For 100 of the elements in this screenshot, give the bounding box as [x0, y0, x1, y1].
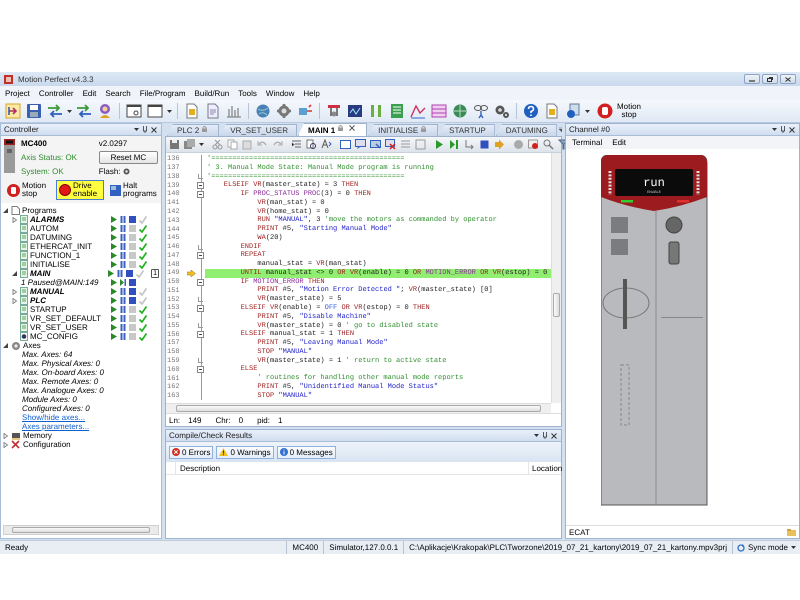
messages-filter-button[interactable]: 0 Messages	[276, 446, 336, 458]
gears-icon[interactable]	[494, 103, 510, 119]
program-name[interactable]: MANUAL	[30, 287, 109, 296]
collapsed-arrow-icon[interactable]	[3, 442, 9, 448]
editor-tab[interactable]: VR_SET_USER	[220, 124, 298, 136]
graph-icon[interactable]	[410, 103, 426, 119]
vertical-scrollbar[interactable]	[551, 153, 561, 403]
warnings-filter-button[interactable]: 0 Warnings	[216, 446, 274, 458]
editor-tab[interactable]: PLC 2	[167, 124, 220, 136]
clear-bookmark-icon[interactable]	[385, 139, 396, 150]
close-icon[interactable]	[789, 126, 795, 132]
window-icon[interactable]	[147, 103, 163, 119]
menu-item[interactable]: Edit	[82, 88, 96, 98]
collapse-box-icon[interactable]	[197, 304, 204, 312]
bars-icon[interactable]	[226, 103, 242, 119]
menu-item[interactable]: Tools	[238, 88, 257, 98]
globe-icon[interactable]	[255, 103, 271, 119]
collapse-box-icon[interactable]	[197, 190, 204, 198]
person-icon[interactable]	[97, 103, 113, 119]
run-icon[interactable]	[434, 139, 445, 150]
halt-button[interactable]: Halt programs	[107, 180, 154, 200]
process-item[interactable]: 1 Paused@MAIN:149	[21, 278, 109, 287]
replace-icon[interactable]	[321, 139, 332, 150]
maximize-button[interactable]	[762, 74, 778, 84]
menu-item[interactable]: Build/Run	[194, 88, 230, 98]
program-name[interactable]: DATUMING	[30, 233, 109, 242]
minimize-button[interactable]	[744, 74, 760, 84]
help-icon[interactable]	[523, 103, 539, 119]
program-name[interactable]: MC_CONFIG	[30, 332, 109, 341]
arrows-icon[interactable]	[47, 103, 63, 119]
collapse-box-icon[interactable]	[197, 278, 204, 286]
sync-mode-button[interactable]: Sync mode	[732, 541, 800, 554]
tree-item[interactable]: Memory	[23, 431, 161, 440]
oscilloscope-icon[interactable]	[347, 103, 363, 119]
menu-item[interactable]: Project	[5, 88, 30, 98]
collapse-icon[interactable]	[415, 139, 426, 150]
editor-tab[interactable]: DATUMING	[496, 124, 557, 136]
program-name[interactable]: INITIALISE	[30, 260, 109, 269]
editor-tab[interactable]: MAIN 1	[298, 123, 368, 136]
collapsed-arrow-icon[interactable]	[3, 432, 9, 438]
arrows-icon[interactable]	[76, 103, 92, 119]
expanded-arrow-icon[interactable]	[12, 270, 18, 276]
program-name[interactable]: VR_SET_USER	[30, 323, 109, 332]
document-icon[interactable]	[184, 103, 200, 119]
menu-item[interactable]: Window	[266, 88, 294, 98]
step-icon[interactable]	[449, 139, 460, 150]
eye-icon[interactable]	[473, 103, 489, 119]
comment-icon[interactable]	[355, 139, 366, 150]
close-icon[interactable]	[349, 125, 356, 131]
collapse-box-icon[interactable]	[197, 182, 204, 190]
close-icon[interactable]	[551, 432, 557, 438]
dropdown-icon[interactable]	[772, 128, 777, 132]
menu-item[interactable]: Edit	[612, 138, 626, 147]
program-name[interactable]: AUTOM	[30, 224, 109, 233]
close-button[interactable]	[780, 74, 796, 84]
pin-icon[interactable]	[143, 126, 147, 133]
caret-icon[interactable]	[199, 143, 204, 146]
collapse-box-icon[interactable]	[197, 252, 204, 260]
axes-link[interactable]: Axes parameters...	[22, 422, 161, 431]
close-icon[interactable]	[151, 126, 157, 132]
caret-icon[interactable]	[585, 110, 590, 112]
horizontal-scrollbar[interactable]	[3, 525, 159, 535]
pointer-icon[interactable]	[5, 103, 21, 119]
pin-icon[interactable]	[781, 126, 785, 133]
program-name[interactable]: STARTUP	[30, 305, 109, 314]
collapse-box-icon[interactable]	[197, 331, 204, 338]
collapsed-arrow-icon[interactable]	[12, 216, 18, 222]
clear-breakpoints-icon[interactable]	[528, 139, 539, 150]
stop-icon[interactable]	[126, 270, 134, 277]
program-name[interactable]: PLC	[30, 296, 109, 305]
dropdown-icon[interactable]	[134, 128, 139, 132]
caret-icon[interactable]	[167, 110, 172, 112]
collapsed-arrow-icon[interactable]	[12, 288, 18, 294]
program-name[interactable]: FUNCTION_1	[30, 251, 109, 260]
find-icon[interactable]	[306, 139, 317, 150]
motion-stop-button[interactable]: Motion stop	[4, 180, 53, 200]
globe-icon[interactable]	[452, 103, 468, 119]
menu-item[interactable]: Help	[303, 88, 320, 98]
expanded-arrow-icon[interactable]	[3, 342, 9, 348]
editor-tab[interactable]: STARTUP	[439, 124, 495, 136]
document-icon[interactable]	[205, 103, 221, 119]
errors-filter-button[interactable]: 0 Errors	[169, 446, 214, 458]
axes-link[interactable]: Show/hide axes...	[22, 413, 161, 422]
column-header[interactable]: Location	[529, 464, 561, 472]
horizontal-scrollbar[interactable]	[166, 403, 551, 413]
reset-mc-button[interactable]: Reset MC	[98, 151, 158, 164]
save-all-icon[interactable]	[184, 139, 195, 150]
motion-stop-button[interactable]: Motion stop	[593, 101, 647, 121]
collapsed-arrow-icon[interactable]	[12, 298, 18, 304]
document-icon[interactable]	[544, 103, 560, 119]
table-icon[interactable]	[431, 103, 447, 119]
menu-item[interactable]: Terminal	[572, 138, 602, 147]
spreadsheet-icon[interactable]	[389, 103, 405, 119]
caret-icon[interactable]	[67, 110, 72, 112]
program-name[interactable]: MAIN	[30, 269, 106, 278]
stop-icon[interactable]	[479, 139, 490, 150]
program-name[interactable]: ALARMS	[30, 215, 109, 224]
step-out-icon[interactable]	[464, 139, 475, 150]
expanded-arrow-icon[interactable]	[3, 208, 9, 214]
tree-item[interactable]: Programs	[22, 206, 161, 215]
